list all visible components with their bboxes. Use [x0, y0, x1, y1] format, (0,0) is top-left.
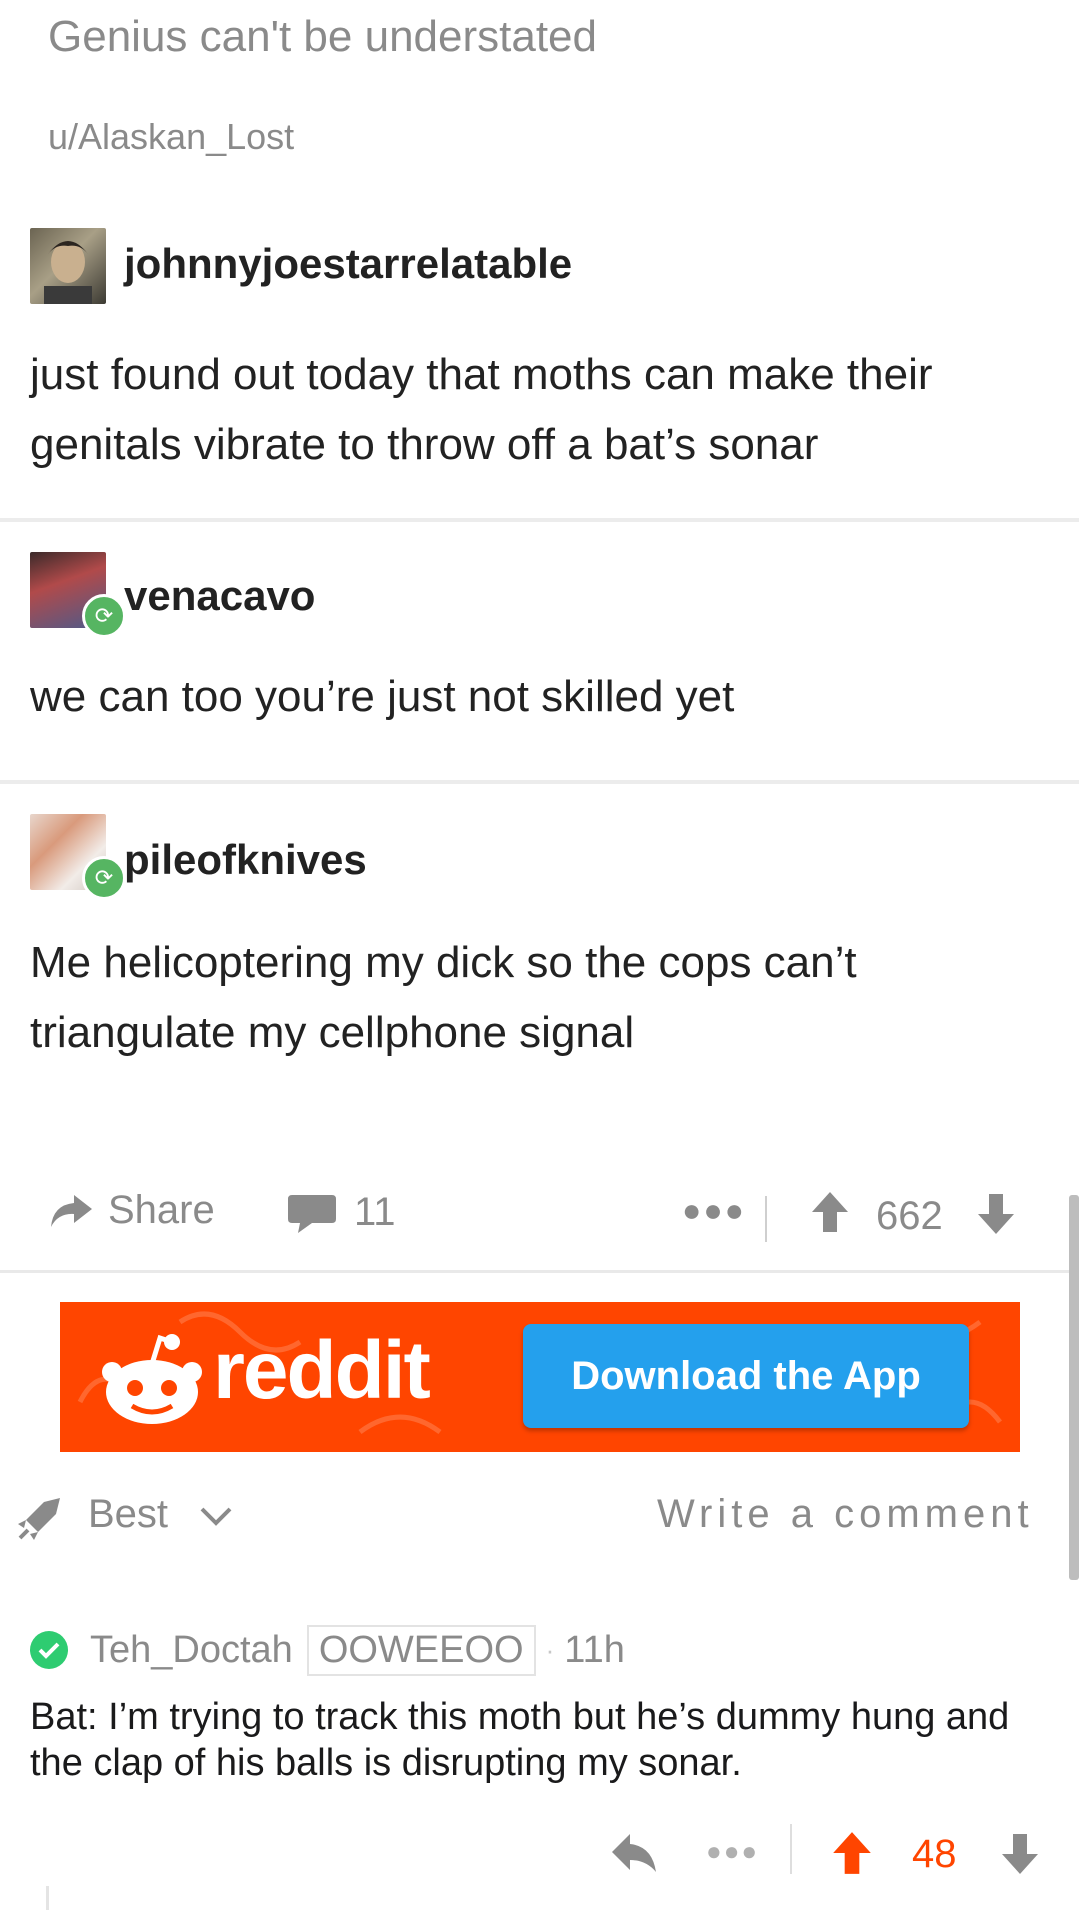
- tumblr-username: johnnyjoestarrelatable: [124, 240, 573, 287]
- comment-more-button[interactable]: ●●●: [706, 1836, 759, 1867]
- divider: [790, 1824, 792, 1874]
- avatar: ⟳: [30, 552, 126, 638]
- tumblr-reblog: ⟳ venacavo we can too you’re just not sk…: [0, 522, 1079, 780]
- comments-button[interactable]: 11: [286, 1190, 396, 1235]
- app-promo-banner[interactable]: reddit Download the App: [60, 1302, 1020, 1452]
- reblog-icon: ⟳: [82, 856, 126, 900]
- avatar-portrait-icon: [44, 241, 92, 304]
- sort-label: Best: [88, 1492, 169, 1536]
- tumblr-post-text: Me helicoptering my dick so the cops can…: [30, 938, 857, 1057]
- scrollbar[interactable]: [1069, 1195, 1079, 1580]
- download-app-button[interactable]: Download the App: [523, 1324, 969, 1428]
- comment-sort-bar: Best Write a comment: [0, 1480, 1079, 1560]
- upvote-button[interactable]: [810, 1190, 850, 1234]
- sort-dropdown[interactable]: Best: [88, 1492, 233, 1537]
- comment-thread-line[interactable]: [46, 1886, 49, 1910]
- downvote-button[interactable]: [976, 1192, 1016, 1236]
- tumblr-post-text: just found out today that moths can make…: [30, 350, 933, 469]
- ellipsis-icon: ●●●: [706, 1836, 760, 1866]
- share-button[interactable]: Share: [48, 1188, 215, 1233]
- comment-body: Bat: I’m trying to track this moth but h…: [30, 1696, 1010, 1784]
- post-action-bar: Share 11 ●●● 662: [0, 1160, 1079, 1273]
- post-score: 662: [876, 1194, 943, 1238]
- reblog-icon: ⟳: [82, 594, 126, 638]
- tumblr-post-original: johnnyjoestarrelatable just found out to…: [0, 200, 1079, 520]
- comment-count: 11: [354, 1190, 396, 1234]
- post-image[interactable]: johnnyjoestarrelatable just found out to…: [0, 200, 1079, 1145]
- verified-check-icon: [30, 1631, 68, 1669]
- avatar: ⟳: [30, 814, 126, 900]
- more-options-button[interactable]: ●●●: [682, 1192, 746, 1229]
- user-flair: OOWEEOO: [306, 1624, 536, 1676]
- reddit-snoo-icon: [102, 1334, 202, 1424]
- divider: [765, 1196, 767, 1242]
- upvote-arrow-icon[interactable]: [830, 1830, 874, 1876]
- downvote-arrow-icon[interactable]: [1000, 1832, 1040, 1876]
- comment-score: 48: [912, 1832, 957, 1876]
- upvote-arrow-icon: [812, 1192, 848, 1232]
- reddit-logo-text: reddit: [213, 1325, 431, 1416]
- post-author[interactable]: u/Alaskan_Lost: [48, 116, 294, 158]
- comment-age: 11h: [564, 1628, 625, 1671]
- comment-action-bar: ●●● 48: [0, 1820, 1079, 1890]
- ellipsis-icon: ●●●: [682, 1192, 746, 1228]
- tumblr-username: venacavo: [124, 572, 316, 619]
- comment-bubble-icon: [288, 1194, 336, 1233]
- share-label: Share: [108, 1188, 215, 1232]
- post-title: Genius can't be understated: [48, 12, 597, 61]
- reply-icon[interactable]: [610, 1832, 658, 1874]
- share-arrow-icon: [51, 1194, 92, 1227]
- comment-author[interactable]: Teh_Doctah: [90, 1629, 293, 1672]
- comment-meta: Teh_Doctah OOWEEOO · 11h: [30, 1620, 625, 1680]
- rocket-icon: [18, 1498, 60, 1540]
- write-comment-button[interactable]: Write a comment: [657, 1492, 1034, 1537]
- avatar: [30, 228, 106, 304]
- meta-separator: ·: [545, 1634, 555, 1665]
- tumblr-post-text: we can too you’re just not skilled yet: [30, 672, 735, 721]
- chevron-down-icon: [200, 1508, 232, 1527]
- tumblr-reblog: ⟳ pileofknives Me helicoptering my dick …: [0, 784, 1079, 1145]
- tumblr-username: pileofknives: [124, 836, 367, 883]
- downvote-arrow-icon: [978, 1194, 1014, 1234]
